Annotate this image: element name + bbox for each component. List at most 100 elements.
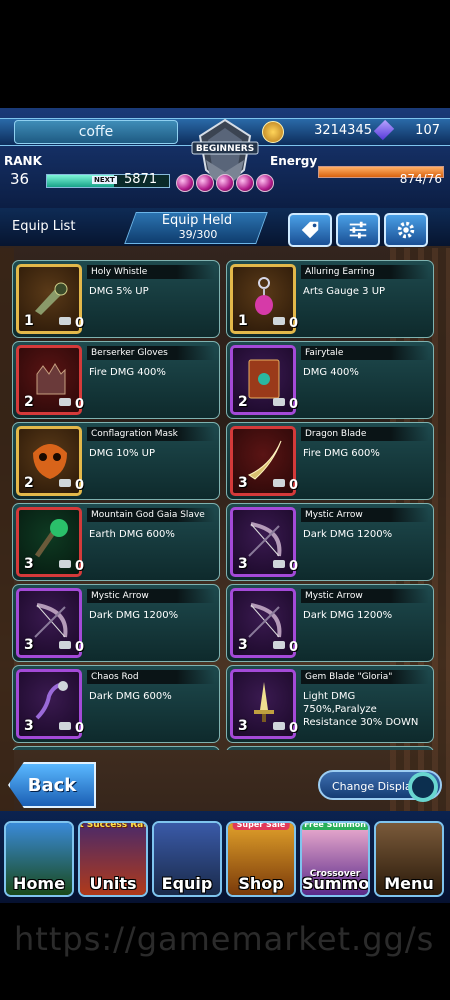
nav-label: Units (89, 874, 137, 893)
nav-label: Home (13, 874, 65, 893)
equip-effect: Fire DMG 400% (89, 367, 166, 378)
refresh-icon[interactable] (408, 772, 438, 802)
equip-name: Berserker Gloves (87, 346, 215, 360)
equip-card[interactable]: 3 0 Dragon Blade Fire DMG 600% (226, 422, 434, 500)
equip-effect: Dark DMG 1200% (89, 610, 179, 621)
nav-menu[interactable]: Menu (374, 821, 444, 897)
nav-badge: Super Sale (232, 823, 290, 830)
equip-effect: DMG 10% UP (89, 448, 156, 459)
back-button[interactable]: Back (8, 762, 96, 808)
equip-count: 0 (75, 721, 85, 736)
equip-level: 2 (238, 394, 248, 410)
energy-label: Energy (270, 154, 318, 168)
equip-thumbnail: 30 (230, 669, 299, 739)
equip-count: 0 (75, 559, 85, 574)
settings-button[interactable] (384, 213, 428, 247)
equip-card[interactable]: 30Paladin ShieldReduces all Enemy DMG by… (12, 746, 220, 750)
hammer-icon (273, 641, 285, 649)
player-name[interactable]: coffe (14, 120, 178, 144)
equip-card[interactable]: 2 0 Berserker Gloves Fire DMG 400% (12, 341, 220, 419)
rank-label: RANK (4, 154, 42, 168)
energy-orbs (174, 174, 278, 194)
equip-name: Conflagration Mask (87, 427, 215, 441)
gold-amount: 3214345 (314, 123, 372, 138)
energy-value: 874/76 (399, 172, 442, 186)
bottom-nav: Home Great Success Rate UP Units Equip Super… (0, 811, 450, 903)
equip-name: Mystic Arrow (87, 589, 215, 603)
equip-card[interactable]: 3 0 Mystic Arrow Dark DMG 1200% (226, 584, 434, 662)
orb-icon (256, 174, 274, 192)
hammer-icon (273, 722, 285, 730)
nav-label: Summon (302, 874, 370, 893)
equip-thumbnail: 20 (230, 345, 299, 415)
equip-count: 0 (75, 640, 85, 655)
filter-button[interactable] (336, 213, 380, 247)
equip-card[interactable]: 3 0 Mountain God Gaia Slave Earth DMG 600% (12, 503, 220, 581)
nav-equip[interactable]: Equip (152, 821, 222, 897)
equip-effect: Fire DMG 600% (303, 448, 380, 459)
nav-summon[interactable]: Free SummonCrossoverSummon (300, 821, 370, 897)
equip-card[interactable]: 2 0 Fairytale DMG 400% (226, 341, 434, 419)
equip-card[interactable]: 1 0 Holy Whistle DMG 5% UP (12, 260, 220, 338)
equip-count: 0 (289, 316, 299, 331)
next-exp: 5871 (124, 172, 158, 187)
equip-effect: Earth DMG 600% (89, 529, 175, 540)
equip-card[interactable]: 3 0 Mystic Arrow Dark DMG 1200% (226, 503, 434, 581)
equip-level: 3 (238, 718, 248, 734)
rank-value: 36 (10, 170, 30, 188)
equip-count: 0 (289, 478, 299, 493)
equip-thumbnail: 20 (16, 426, 85, 496)
orb-icon (216, 174, 234, 192)
equip-thumbnail: 30 (16, 507, 85, 577)
watermark: https://gamemarket.gg/s (14, 920, 435, 958)
equip-thumbnail: 30 (16, 588, 85, 658)
equip-card[interactable]: 3 0 Mystic Arrow Dark DMG 1200% (12, 584, 220, 662)
equip-name: Chaos Rod (87, 670, 215, 684)
equip-card[interactable]: 30Paladin ShieldRe (226, 746, 434, 750)
nav-label: Equip (161, 874, 213, 893)
equip-level: 3 (238, 475, 248, 491)
equip-card[interactable]: 2 0 Conflagration Mask DMG 10% UP (12, 422, 220, 500)
orb-icon (196, 174, 214, 192)
hammer-icon (273, 317, 285, 325)
equip-count: 0 (75, 478, 85, 493)
equip-thumbnail: 10 (16, 264, 84, 334)
equip-card[interactable]: 3 0 Chaos Rod Dark DMG 600% (12, 665, 220, 743)
orb-icon (176, 174, 194, 192)
equip-name: Dragon Blade (301, 427, 429, 441)
tag-button[interactable] (288, 213, 332, 247)
tag-icon (301, 221, 319, 239)
equip-thumbnail: 30 (16, 669, 85, 739)
equip-thumbnail: 30 (230, 507, 298, 577)
equip-level: 3 (238, 637, 248, 653)
nav-label: Menu (384, 874, 434, 893)
hammer-icon (59, 641, 71, 649)
nav-shop[interactable]: Super Sale Shop (226, 821, 296, 897)
equip-name: Mystic Arrow (301, 589, 429, 603)
equip-effect: DMG 5% UP (89, 286, 149, 297)
equip-level: 2 (24, 394, 34, 410)
hammer-icon (273, 560, 285, 568)
equip-count: 0 (289, 721, 299, 736)
equip-name: Fairytale (301, 346, 429, 360)
nav-badge: Free Summon (302, 823, 368, 830)
equip-level: 3 (24, 556, 34, 572)
game-screen: coffe BEGINNERS 3214345 107 RANK 36 NEXT… (0, 108, 450, 903)
equip-name: Mountain God Gaia Slave (87, 508, 215, 522)
equip-effect: Dark DMG 1200% (303, 610, 393, 621)
beginners-label: BEGINNERS (196, 144, 254, 154)
equip-card[interactable]: 3 0 Gem Blade "Gloria" Light DMG 750%,Paral… (226, 665, 434, 743)
equip-count: 0 (289, 397, 299, 412)
equip-list-title: Equip List (12, 219, 76, 234)
equip-effect: DMG 400% (303, 367, 359, 378)
nav-badge: Great Success Rate UP (79, 821, 148, 830)
player-header: coffe BEGINNERS 3214345 107 RANK 36 NEXT… (0, 108, 450, 208)
equip-held-value: 39/300 (178, 228, 218, 241)
equip-card[interactable]: 1 0 Alluring Earring Arts Gauge 3 UP (226, 260, 434, 338)
gem-amount: 107 (415, 123, 440, 138)
nav-home[interactable]: Home (4, 821, 74, 897)
hammer-icon (59, 398, 71, 406)
equip-level: 2 (24, 475, 34, 491)
hammer-icon (59, 722, 71, 730)
nav-units[interactable]: Great Success Rate UP Units (78, 821, 148, 897)
